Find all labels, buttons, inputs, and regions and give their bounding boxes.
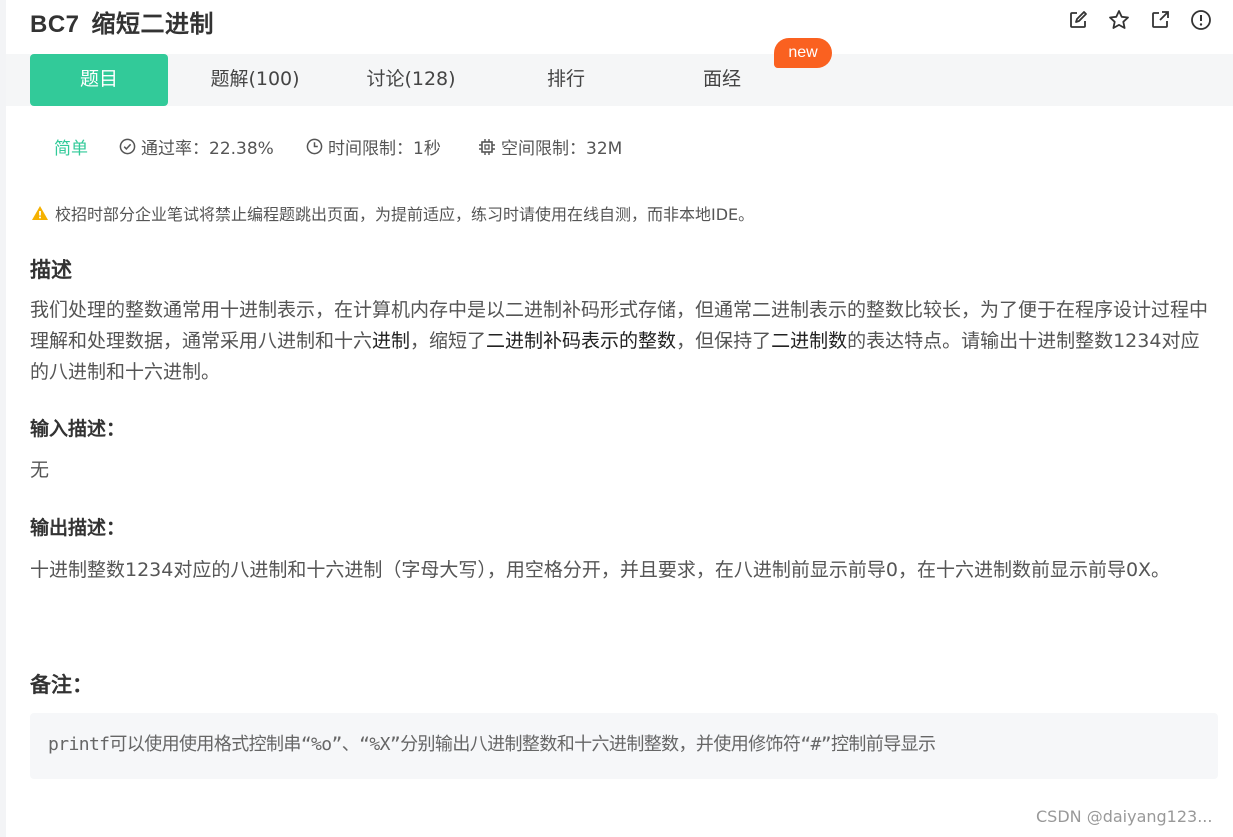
- pass-rate: 通过率：22.38%: [119, 134, 274, 159]
- output-description-text: 十进制整数1234对应的八进制和十六进制（字母大写），用空格分开，并且要求，在八…: [30, 559, 1171, 581]
- tab-problem[interactable]: 题目: [30, 54, 168, 106]
- time-limit-text: 时间限制：1秒: [328, 139, 441, 159]
- watermark: CSDN @daiyang123...: [1036, 807, 1213, 826]
- chip-icon: [479, 138, 495, 155]
- difficulty-label: 简单: [54, 139, 88, 159]
- external-link-icon[interactable]: [1148, 8, 1172, 32]
- pass-rate-text: 通过率：22.38%: [141, 139, 274, 159]
- output-description-heading: 输出描述：: [30, 517, 126, 539]
- note-heading: 备注：: [30, 673, 93, 697]
- clock-icon: [306, 138, 323, 155]
- report-icon[interactable]: [1189, 8, 1213, 32]
- problem-title: 缩短二进制: [91, 11, 215, 38]
- description-text: 我们处理的整数通常用十进制表示，在计算机内存中是以二进制补码形式存储，但通常二进…: [30, 299, 1209, 383]
- time-limit: 时间限制：1秒: [306, 134, 441, 159]
- check-circle-icon: [119, 138, 136, 155]
- edit-icon[interactable]: [1066, 8, 1090, 32]
- tab-discussion[interactable]: 讨论(128): [346, 54, 476, 106]
- title-toolbar: [1066, 8, 1213, 32]
- tab-bar: 题目 题解(100) 讨论(128) 排行 面经: [6, 54, 1233, 106]
- new-badge: new: [774, 38, 832, 68]
- input-description-heading: 输入描述：: [30, 418, 126, 440]
- warning-icon: [32, 206, 48, 220]
- memory-limit: 空间限制：32M: [478, 134, 622, 159]
- tab-interview[interactable]: 面经: [672, 54, 772, 106]
- memory-limit-text: 空间限制：32M: [501, 139, 623, 159]
- left-gutter: [0, 0, 6, 837]
- star-icon[interactable]: [1107, 8, 1131, 32]
- warning-banner: 校招时部分企业笔试将禁止编程题跳出页面，为提前适应，练习时请使用在线自测，而非本…: [31, 201, 754, 225]
- description-heading: 描述: [30, 258, 72, 282]
- tab-ranking[interactable]: 排行: [516, 54, 616, 106]
- problem-id: BC7: [30, 11, 80, 38]
- note-box: printf可以使用使用格式控制串“%o”、“%X”分别输出八进制整数和十六进制…: [30, 713, 1218, 779]
- tab-solutions[interactable]: 题解(100): [190, 54, 320, 106]
- page-title: BC7 缩短二进制: [30, 4, 214, 39]
- warning-text: 校招时部分企业笔试将禁止编程题跳出页面，为提前适应，练习时请使用在线自测，而非本…: [55, 205, 755, 224]
- note-text: printf可以使用使用格式控制串“%o”、“%X”分别输出八进制整数和十六进制…: [48, 734, 936, 755]
- input-description-text: 无: [30, 459, 50, 481]
